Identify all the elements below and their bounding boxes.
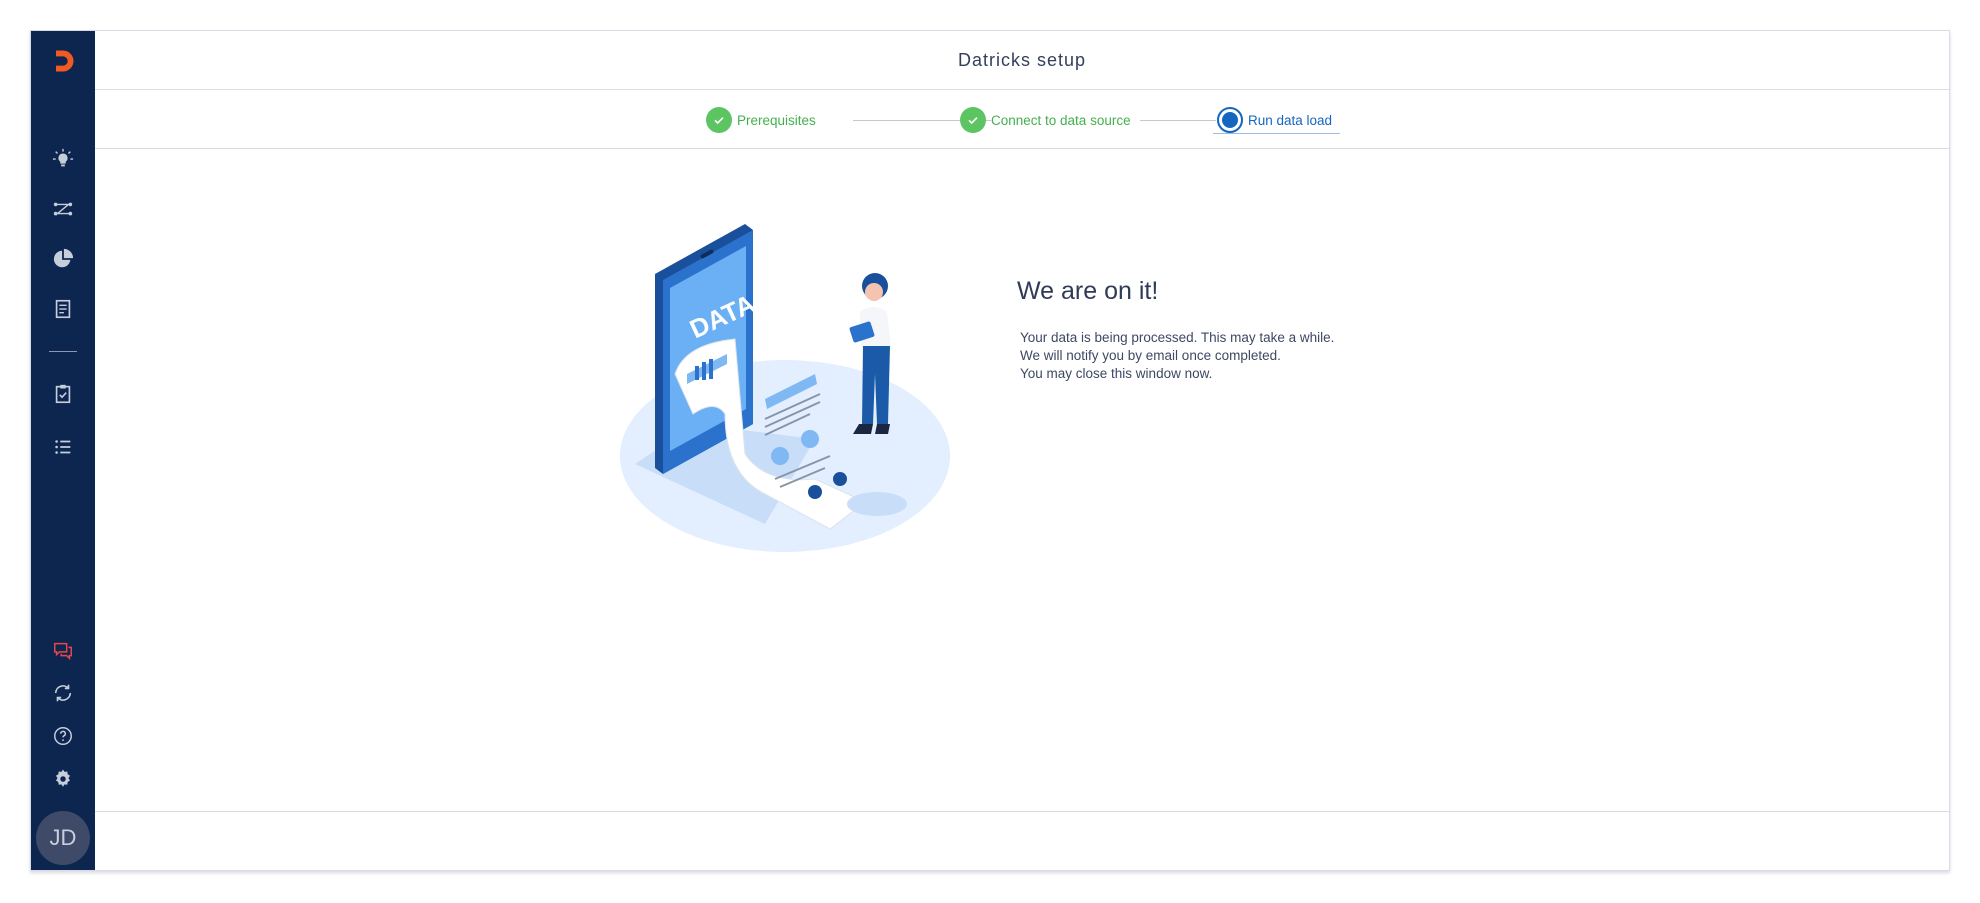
- sidebar: JD: [31, 31, 95, 870]
- data-processing-illustration: DATA: [620, 224, 950, 552]
- status-message-line: You may close this window now.: [1020, 366, 1213, 381]
- active-step-icon: [1217, 107, 1243, 133]
- lightbulb-icon[interactable]: [49, 145, 77, 173]
- avatar-initials: JD: [49, 825, 77, 850]
- step-prerequisites[interactable]: Prerequisites: [706, 107, 816, 133]
- status-title: We are on it!: [1017, 277, 1159, 305]
- list-icon[interactable]: [49, 433, 77, 461]
- refresh-icon[interactable]: [49, 679, 77, 707]
- step-label: Prerequisites: [737, 112, 816, 128]
- page-header: Datricks setup: [95, 31, 1949, 90]
- gear-icon[interactable]: [49, 765, 77, 793]
- step-connect-data-source[interactable]: Connect to data source: [960, 107, 1131, 133]
- check-icon: [706, 107, 732, 133]
- status-message-line: We will notify you by email once complet…: [1020, 348, 1281, 363]
- step-run-data-load[interactable]: Run data load: [1217, 107, 1332, 133]
- status-message-line: Your data is being processed. This may t…: [1020, 330, 1335, 345]
- chat-icon[interactable]: [49, 637, 77, 665]
- clipboard-check-icon[interactable]: [49, 380, 77, 408]
- user-avatar[interactable]: JD: [36, 811, 90, 865]
- page-footer: [95, 811, 1949, 870]
- page-title: Datricks setup: [957, 49, 1087, 70]
- main-panel: Datricks setup Prerequisites Connect to …: [95, 31, 1949, 870]
- pie-chart-icon[interactable]: [49, 245, 77, 273]
- setup-stepper: Prerequisites Connect to data source Run…: [95, 90, 1949, 149]
- help-icon[interactable]: [49, 722, 77, 750]
- content-area: DATA We are on it! Your data is being pr…: [95, 149, 1949, 809]
- active-step-underline: [1213, 133, 1340, 134]
- datricks-logo-icon[interactable]: [49, 47, 77, 75]
- step-label: Run data load: [1248, 112, 1333, 128]
- check-icon: [960, 107, 986, 133]
- step-connector: [1140, 120, 1216, 121]
- step-label: Connect to data source: [991, 112, 1131, 128]
- document-icon[interactable]: [49, 295, 77, 323]
- flow-icon[interactable]: [49, 195, 77, 223]
- sidebar-divider: [49, 351, 77, 352]
- app-window: JD Datricks setup Prerequisites Connect …: [30, 30, 1950, 871]
